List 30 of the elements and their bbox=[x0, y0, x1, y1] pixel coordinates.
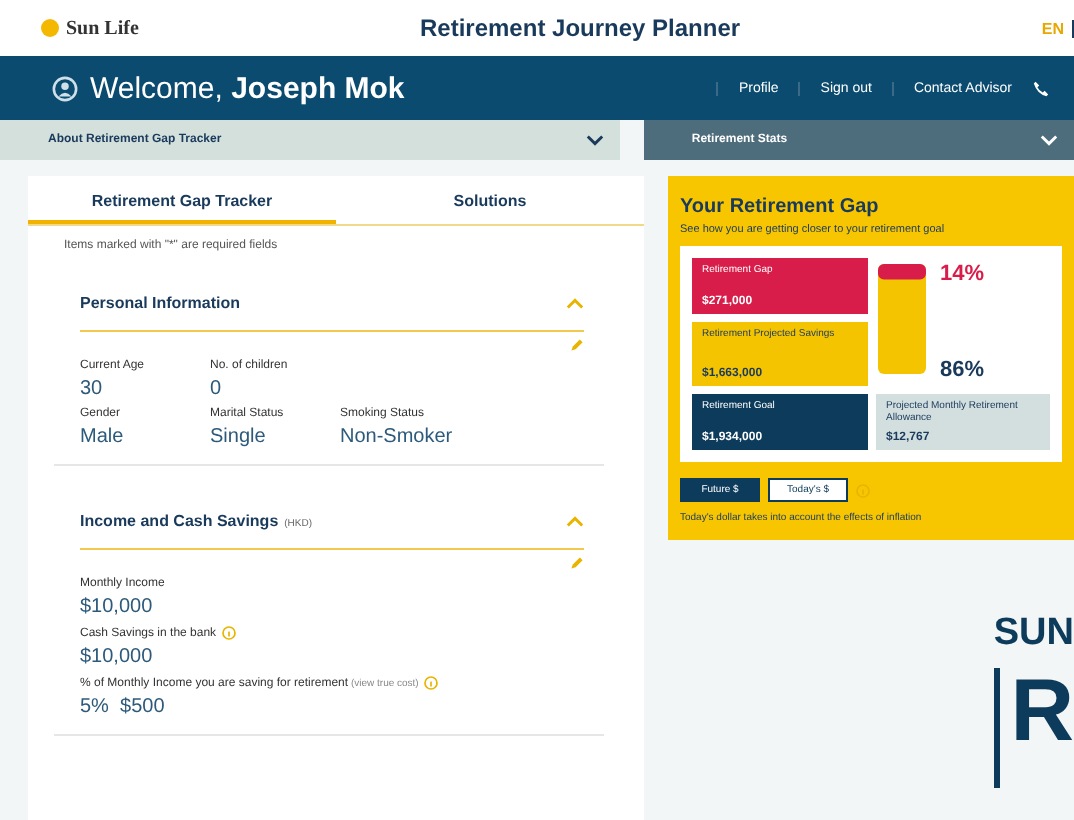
sun-life-logo[interactable]: Sun Life bbox=[40, 17, 420, 39]
field-value: 0 bbox=[210, 378, 224, 400]
brand-text: SUN bbox=[993, 612, 1074, 656]
field-value: 5% $500 bbox=[80, 696, 167, 718]
savings-percent: 86% bbox=[940, 358, 985, 382]
field-value: $10,000 bbox=[80, 596, 155, 618]
field-value: $10,000 bbox=[80, 646, 155, 668]
brand-letter: R bbox=[1010, 668, 1074, 756]
field-value: Non-Smoker bbox=[340, 426, 455, 448]
welcome-text: Welcome, Joseph Mok bbox=[90, 71, 407, 105]
app-title: Retirement Journey Planner bbox=[420, 14, 743, 42]
sun-logo-icon bbox=[40, 18, 60, 38]
card-title: Your Retirement Gap bbox=[680, 196, 881, 218]
tab[interactable]: Solutions bbox=[336, 176, 644, 224]
phone-icon[interactable] bbox=[1032, 79, 1050, 97]
user-icon bbox=[52, 75, 78, 101]
field-value: 30 bbox=[80, 378, 105, 400]
section-title: Personal Information bbox=[80, 293, 241, 311]
pencil-icon[interactable] bbox=[570, 338, 584, 352]
field-value: Male bbox=[80, 426, 126, 448]
info-icon[interactable] bbox=[222, 626, 237, 640]
field-value: Single bbox=[210, 426, 268, 448]
gap-percent: 14% bbox=[940, 262, 985, 286]
collapse-icon[interactable] bbox=[566, 516, 584, 528]
savings-cylinder-drawing bbox=[876, 258, 928, 378]
tab[interactable]: Retirement Gap Tracker bbox=[28, 176, 336, 224]
pencil-icon[interactable] bbox=[570, 556, 584, 570]
info-icon[interactable] bbox=[424, 676, 439, 690]
collapse-icon[interactable] bbox=[566, 298, 584, 310]
chevron-down-icon[interactable] bbox=[585, 134, 604, 146]
